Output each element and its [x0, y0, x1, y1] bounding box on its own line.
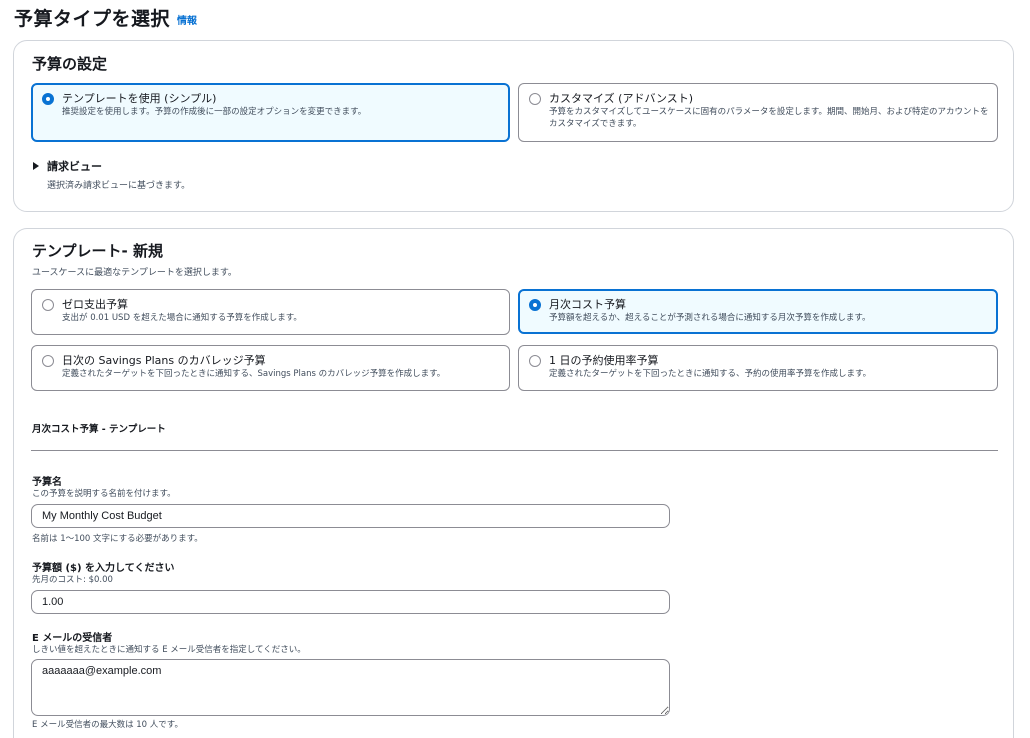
budget-name-input[interactable] — [31, 504, 670, 528]
option-description: 予算をカスタマイズしてユースケースに固有のパラメータを設定します。期間、開始月、… — [549, 107, 989, 129]
template-savings-plans-coverage[interactable]: 日次の Savings Plans のカバレッジ予算 定義されたターゲットを下回… — [31, 345, 510, 391]
billing-view-label: 請求ビュー — [47, 160, 102, 173]
radio-button[interactable] — [529, 93, 541, 105]
template-description: 予算額を超えるか、超えることが予測される場合に通知する月次予算を作成します。 — [549, 313, 871, 323]
radio-button[interactable] — [529, 355, 541, 367]
budget-amount-label: 予算額 ($) を入力してください — [32, 563, 175, 574]
templates-description: ユースケースに最適なテンプレートを選択します。 — [32, 268, 237, 278]
template-zero-spend[interactable]: ゼロ支出予算 支出が 0.01 USD を超えた場合に通知する予算を作成します。 — [31, 289, 510, 335]
budget-name-label: 予算名 — [32, 477, 62, 488]
billing-view-expander[interactable]: 請求ビュー — [33, 158, 102, 174]
option-title: テンプレートを使用 (シンプル) — [62, 92, 217, 105]
info-link[interactable]: 情報 — [177, 12, 197, 27]
templates-panel: テンプレート- 新規 ユースケースに最適なテンプレートを選択します。 ゼロ支出予… — [13, 228, 1014, 738]
caret-right-icon — [33, 162, 39, 170]
radio-button[interactable] — [42, 355, 54, 367]
template-description: 定義されたターゲットを下回ったときに通知する、Savings Plans のカバ… — [62, 369, 446, 379]
template-description: 定義されたターゲットを下回ったときに通知する、予約の使用率予算を作成します。 — [549, 369, 872, 379]
page-header: 予算タイプを選択 情報 — [14, 2, 197, 32]
email-recipients-hint: E メール受信者の最大数は 10 人です。 — [32, 720, 183, 730]
page-title: 予算タイプを選択 — [14, 7, 171, 30]
budget-name-description: この予算を説明する名前を付けます。 — [32, 489, 176, 499]
billing-view-description: 選択済み請求ビューに基づきます。 — [47, 181, 191, 191]
template-title: 月次コスト予算 — [549, 298, 626, 311]
template-description: 支出が 0.01 USD を超えた場合に通知する予算を作成します。 — [62, 313, 302, 323]
budget-settings-panel: 予算の設定 テンプレートを使用 (シンプル) 推奨設定を使用します。予算の作成後… — [13, 40, 1014, 212]
option-description: 推奨設定を使用します。予算の作成後に一部の設定オプションを変更できます。 — [62, 107, 367, 117]
template-title: ゼロ支出予算 — [62, 298, 128, 311]
budget-amount-description: 先月のコスト: $0.00 — [32, 575, 113, 585]
email-recipients-description: しきい値を超えたときに通知する E メール受信者を指定してください。 — [32, 645, 306, 655]
radio-button[interactable] — [42, 299, 54, 311]
radio-button-selected[interactable] — [42, 93, 54, 105]
option-customize[interactable]: カスタマイズ (アドバンスト) 予算をカスタマイズしてユースケースに固有のパラメ… — [518, 83, 998, 142]
email-recipients-label: E メールの受信者 — [32, 633, 113, 644]
template-monthly-cost[interactable]: 月次コスト予算 予算額を超えるか、超えることが予測される場合に通知する月次予算を… — [518, 289, 998, 334]
budget-name-hint: 名前は 1～100 文字にする必要があります。 — [32, 534, 203, 544]
template-section-title: 月次コスト予算 - テンプレート — [32, 424, 166, 435]
templates-heading: テンプレート- 新規 — [32, 242, 163, 260]
section-divider — [31, 450, 998, 451]
radio-button-selected[interactable] — [529, 299, 541, 311]
option-use-template[interactable]: テンプレートを使用 (シンプル) 推奨設定を使用します。予算の作成後に一部の設定… — [31, 83, 510, 142]
option-title: カスタマイズ (アドバンスト) — [549, 92, 694, 105]
template-title: 1 日の予約使用率予算 — [549, 354, 659, 367]
template-title: 日次の Savings Plans のカバレッジ予算 — [62, 354, 266, 367]
budget-amount-input[interactable] — [31, 590, 670, 614]
email-recipients-textarea[interactable]: aaaaaaa@example.com — [31, 659, 670, 716]
budget-settings-heading: 予算の設定 — [32, 55, 108, 73]
template-reservation-utilization[interactable]: 1 日の予約使用率予算 定義されたターゲットを下回ったときに通知する、予約の使用… — [518, 345, 998, 391]
